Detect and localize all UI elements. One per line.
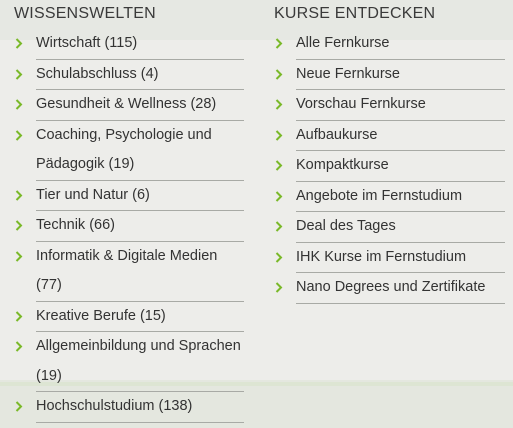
chevron-right-icon (15, 121, 25, 150)
chevron-right-icon (275, 60, 285, 89)
chevron-right-icon (275, 121, 285, 150)
wissenswelten-item[interactable]: Kreative Berufe (15) (15, 302, 244, 332)
wissenswelten-item-label[interactable]: Allgemeinbildung und Sprachen (19) (36, 338, 241, 384)
kurse-item-label[interactable]: Aufbaukurse (296, 127, 377, 143)
wissenswelten-item-label[interactable]: Tier und Natur (6) (36, 187, 150, 203)
chevron-right-icon (15, 211, 25, 240)
wissenswelten-item[interactable]: Allgemeinbildung und Sprachen (19) (15, 332, 244, 392)
kurse-item[interactable]: Neue Fernkurse (275, 60, 505, 90)
wissenswelten-item[interactable]: Hochschulstudium (138) (15, 392, 244, 423)
kurse-item-label[interactable]: Angebote im Fernstudium (296, 188, 462, 204)
kurse-item-label[interactable]: Deal des Tages (296, 218, 396, 234)
chevron-right-icon (15, 332, 25, 361)
wissenswelten-item[interactable]: Informatik & Digitale Medien (77) (15, 242, 244, 302)
kurse-item[interactable]: Aufbaukurse (275, 121, 505, 151)
wissenswelten-item-label[interactable]: Technik (66) (36, 217, 115, 233)
chevron-right-icon (275, 243, 285, 272)
chevron-right-icon (275, 273, 285, 302)
wissenswelten-item-label[interactable]: Informatik & Digitale Medien (77) (36, 248, 217, 294)
chevron-right-icon (15, 29, 25, 58)
kurse-entdecken-menu: KURSE ENTDECKEN Alle Fernkurse Neue Fernk… (266, 0, 513, 304)
wissenswelten-item[interactable]: Wirtschaft (115) (15, 29, 244, 60)
wissenswelten-item-label[interactable]: Wirtschaft (115) (36, 35, 137, 51)
chevron-right-icon (15, 302, 25, 331)
kurse-item-label[interactable]: Nano Degrees und Zertifikate (296, 279, 485, 295)
wissenswelten-item-label[interactable]: Gesundheit & Wellness (28) (36, 96, 216, 112)
kurse-item-label[interactable]: IHK Kurse im Fernstudium (296, 249, 466, 265)
wissenswelten-item[interactable]: Coaching, Psychologie und Pädagogik (19) (15, 121, 244, 181)
wissenswelten-heading: WISSENSWELTEN (14, 5, 156, 22)
kurse-item[interactable]: Vorschau Fernkurse (275, 90, 505, 121)
kurse-item-label[interactable]: Alle Fernkurse (296, 35, 389, 51)
chevron-right-icon (275, 90, 285, 119)
wissenswelten-list: Wirtschaft (115) Schulabschluss (4) Gesund… (0, 29, 258, 423)
kurse-entdecken-list: Alle Fernkurse Neue Fernkurse Vorschau Fer… (266, 29, 513, 304)
kurse-item[interactable]: Deal des Tages (275, 212, 505, 243)
chevron-right-icon (275, 212, 285, 241)
chevron-right-icon (15, 60, 25, 89)
wissenswelten-item[interactable]: Gesundheit & Wellness (28) (15, 90, 244, 121)
chevron-right-icon (15, 392, 25, 421)
chevron-right-icon (15, 90, 25, 119)
wissenswelten-item-label[interactable]: Hochschulstudium (138) (36, 398, 192, 414)
wissenswelten-item[interactable]: Technik (66) (15, 211, 244, 242)
wissenswelten-item[interactable]: Schulabschluss (4) (15, 60, 244, 90)
kurse-item-label[interactable]: Kompaktkurse (296, 157, 389, 173)
chevron-right-icon (275, 182, 285, 211)
chevron-right-icon (275, 29, 285, 58)
chevron-right-icon (15, 181, 25, 210)
kurse-item[interactable]: Angebote im Fernstudium (275, 182, 505, 212)
wissenswelten-item-label[interactable]: Kreative Berufe (15) (36, 308, 166, 324)
wissenswelten-item-label[interactable]: Coaching, Psychologie und Pädagogik (19) (36, 127, 212, 173)
wissenswelten-item-label[interactable]: Schulabschluss (4) (36, 66, 159, 82)
kurse-entdecken-heading: KURSE ENTDECKEN (274, 5, 436, 22)
kurse-item[interactable]: Alle Fernkurse (275, 29, 505, 60)
chevron-right-icon (15, 242, 25, 271)
kurse-item[interactable]: Kompaktkurse (275, 151, 505, 182)
wissenswelten-menu: WISSENSWELTEN Wirtschaft (115) Schulabsch… (0, 0, 258, 423)
kurse-item[interactable]: IHK Kurse im Fernstudium (275, 243, 505, 273)
chevron-right-icon (275, 151, 285, 180)
kurse-item-label[interactable]: Vorschau Fernkurse (296, 96, 426, 112)
kurse-item-label[interactable]: Neue Fernkurse (296, 66, 400, 82)
kurse-item[interactable]: Nano Degrees und Zertifikate (275, 273, 505, 304)
wissenswelten-item[interactable]: Tier und Natur (6) (15, 181, 244, 211)
